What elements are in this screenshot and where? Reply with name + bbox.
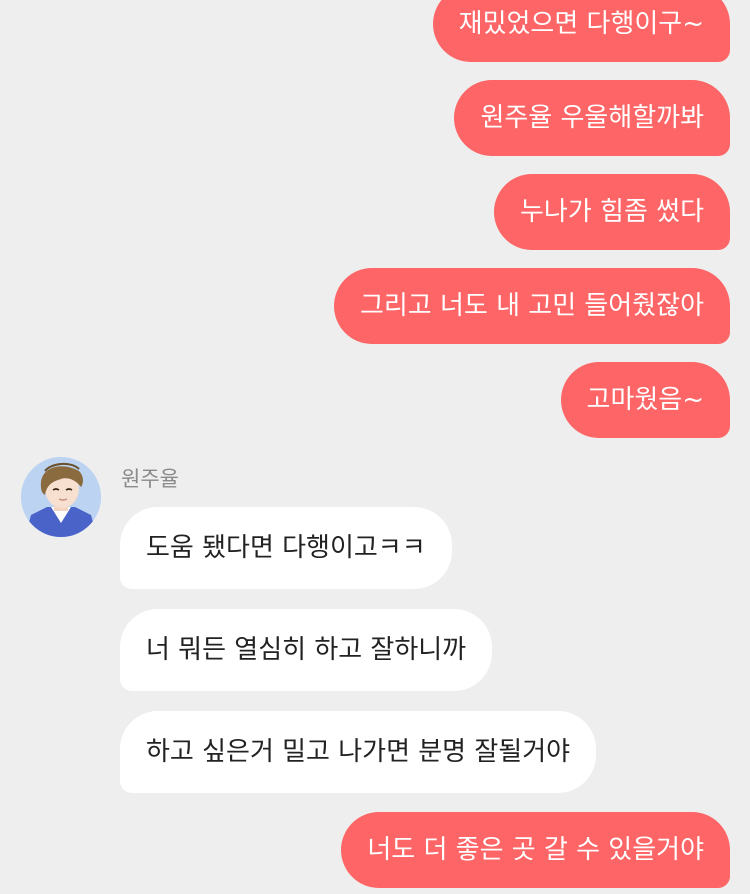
incoming-message-bubble[interactable]: 하고 싶은거 밀고 나가면 분명 잘될거야 xyxy=(120,711,597,793)
avatar-icon xyxy=(21,457,101,537)
message-text: 고마웠음~ xyxy=(586,385,704,415)
sender-name: 원주율 xyxy=(121,467,179,491)
chat-conversation: 재밌었으면 다행이구~ 원주율 우울해할까봐 누나가 힘좀 썼다 그리고 너도 … xyxy=(0,0,750,894)
outgoing-message-bubble[interactable]: 고마웠음~ xyxy=(560,362,730,438)
message-text: 너 뭐든 열심히 하고 잘하니까 xyxy=(146,635,467,665)
outgoing-message-bubble[interactable]: 그리고 너도 내 고민 들어줬잖아 xyxy=(333,268,730,344)
message-text: 원주율 우울해할까봐 xyxy=(480,103,704,133)
incoming-message-bubble[interactable]: 너 뭐든 열심히 하고 잘하니까 xyxy=(120,609,493,691)
outgoing-message-bubble[interactable]: 재밌었으면 다행이구~ xyxy=(432,0,730,62)
message-text: 너도 더 좋은 곳 갈 수 있을거야 xyxy=(367,835,704,865)
outgoing-message-bubble[interactable]: 원주율 우울해할까봐 xyxy=(454,80,730,156)
message-text: 도움 됐다면 다행이고ㅋㅋ xyxy=(146,533,426,563)
message-text: 하고 싶은거 밀고 나가면 분명 잘될거야 xyxy=(146,737,571,767)
incoming-message-bubble[interactable]: 도움 됐다면 다행이고ㅋㅋ xyxy=(120,507,452,589)
message-text: 누나가 힘좀 썼다 xyxy=(520,197,704,227)
message-text: 그리고 너도 내 고민 들어줬잖아 xyxy=(359,291,704,321)
outgoing-message-bubble[interactable]: 누나가 힘좀 썼다 xyxy=(494,174,730,250)
outgoing-message-bubble[interactable]: 너도 더 좋은 곳 갈 수 있을거야 xyxy=(341,812,730,888)
sender-avatar[interactable] xyxy=(21,457,101,537)
message-text: 재밌었으면 다행이구~ xyxy=(458,9,704,39)
